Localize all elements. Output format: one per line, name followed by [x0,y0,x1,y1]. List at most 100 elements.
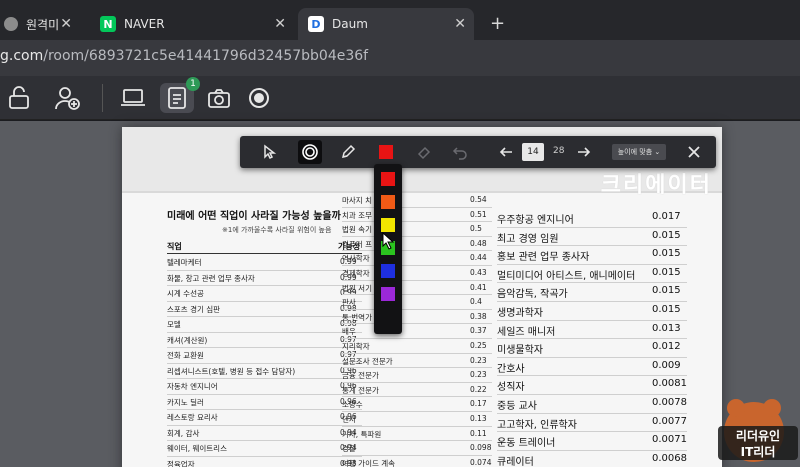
table-cell-prob: 0.23 [470,355,487,365]
color-swatch[interactable] [381,264,395,278]
tab-label: 원격미 [26,17,60,32]
table-cell-job: 치과 조무 [342,210,372,220]
room-tab-icon [4,17,18,31]
table-cell-job: 생명과학자 [497,308,543,319]
document-icon[interactable]: 1 [160,77,200,113]
laptop-icon[interactable] [118,84,148,112]
new-tab-button[interactable]: + [490,8,505,40]
table-cell-job: 미생물학자 [497,345,543,357]
row-divider [497,356,687,358]
browser-tab-strip: 원격미 ✕ N NAVER ✕ D Daum ✕ + [0,0,800,40]
notification-badge: 1 [186,77,200,91]
table-cell-prob: 0.44 [470,253,487,263]
color-swatch[interactable] [381,310,395,324]
pointer-icon[interactable] [258,140,282,164]
table-cell-job: 전화 교환원 [167,351,204,360]
unlock-icon[interactable] [4,84,34,112]
close-tab-icon[interactable]: ✕ [60,16,72,32]
watermark-logo: 리더유인 IT리더 [714,386,798,464]
naver-favicon-icon: N [100,16,116,32]
add-user-icon[interactable] [52,84,82,112]
table-cell-job: 세일즈 매니저 [497,326,556,338]
table-cell-prob: 0.015 [652,285,681,297]
selected-color-swatch [379,145,393,159]
table-cell-job: 자동차 엔지니어 [167,382,218,391]
table-cell-job: 리셉셔니스트(호텔, 병원 등 접수 담당자) [167,366,296,376]
row-divider [342,396,492,398]
table-cell-job: 시계 수선공 [167,289,204,298]
table-cell-prob: 0.38 [470,311,487,321]
highlight-target-icon[interactable] [298,140,322,164]
undo-icon[interactable] [448,140,472,164]
table-cell-prob: 0.22 [470,384,487,394]
table-cell-prob: 0.11 [470,428,487,438]
current-page-input[interactable]: 14 [522,143,544,161]
url-host: g.com [0,48,44,64]
close-tab-icon[interactable]: ✕ [274,16,286,32]
table-cell-job: 법원 서기 [342,283,372,293]
zoom-select[interactable]: 높이에 맞춤 ⌄ [612,144,666,160]
previous-page-icon[interactable] [494,140,518,164]
tab-naver[interactable]: N NAVER ✕ [90,8,294,40]
table-cell-job: 법원 속기 [342,225,372,235]
app-toolbar: 1 [0,76,800,120]
table-cell-prob: 0.48 [470,238,487,248]
table-cell-job: 경제학자 [342,269,370,278]
table-cell-prob: 0.012 [652,341,681,353]
table-cell-prob: 0.43 [470,268,487,277]
row-divider [167,285,362,286]
table-cell-prob: 0.17 [470,399,487,409]
row-divider [497,245,687,247]
table-cell-job: 금융 전문가 [342,371,379,381]
table-cell-job: 텔레마케터 [167,258,202,267]
table-cell-job: 댄서 [342,415,356,424]
color-swatch[interactable] [381,195,395,209]
camera-icon[interactable] [204,84,234,112]
row-divider [342,381,492,383]
row-divider [497,375,687,377]
table-cell-prob: 0.017 [652,211,681,222]
row-divider [497,394,687,395]
tab-label: NAVER [124,17,165,31]
close-icon[interactable] [682,140,706,164]
eraser-icon[interactable] [412,140,436,164]
total-pages: 28 [553,146,565,156]
color-swatch[interactable] [381,172,395,186]
url-text[interactable]: g.com/room/6893721c5e41441796d32457bb04e… [0,48,368,64]
row-divider [342,323,492,325]
table-cell-job: 레스토랑 요리사 [167,413,218,422]
next-page-icon[interactable] [572,140,596,164]
document-page[interactable]: 크리에이터 미래에 어떤 직업이 사라질 가능성 높을까 ※1에 가까울수록 사… [122,127,722,467]
table-cell-job: 캐셔(계산원) [167,335,208,345]
row-divider [342,235,492,237]
table-cell-prob: 0.23 [470,370,487,380]
color-swatch[interactable] [381,287,395,301]
table-cell-job: 운동 트레이너 [497,438,556,450]
row-divider [497,226,687,228]
color-picker-button[interactable] [374,140,398,164]
record-icon[interactable] [244,84,274,112]
address-bar[interactable]: g.com/room/6893721c5e41441796d32457bb04e… [0,40,800,76]
table-cell-job: 스포츠 경기 심판 [167,304,221,314]
row-divider [167,409,362,410]
table-cell-job: 카지노 딜러 [167,397,204,407]
color-swatch[interactable] [381,218,395,232]
table-cell-prob: 0.074 [470,457,492,467]
pen-icon[interactable] [336,140,360,164]
row-divider [497,412,687,414]
row-divider [342,338,492,339]
table-cell-prob: 0.54 [470,195,487,204]
row-divider [342,206,492,208]
row-divider [342,250,492,252]
column-header-job: 직업 [167,242,182,251]
table-cell-prob: 0.0081 [652,378,687,390]
table-cell-job: 설문조사 전문가 [342,356,393,366]
tab-daum[interactable]: D Daum ✕ [298,8,474,40]
table-cell-prob: 0.013 [652,322,681,334]
row-divider [167,300,362,302]
row-divider [497,338,687,340]
tab-remote-room[interactable]: 원격미 ✕ [0,8,80,40]
close-tab-icon[interactable]: ✕ [454,16,466,32]
table-cell-job: 멀티미디어 아티스트, 애니메이터 [497,270,636,282]
table-cell-job: 웨이터, 웨이트리스 [167,444,227,453]
